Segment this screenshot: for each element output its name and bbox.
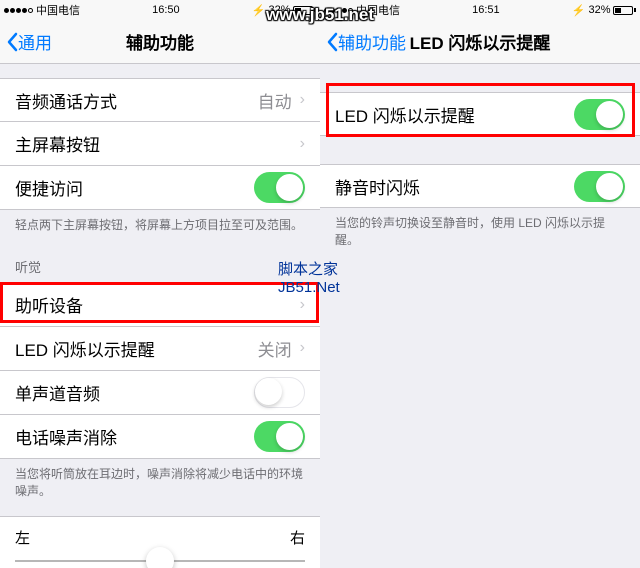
back-label: 辅助功能	[338, 29, 406, 54]
cell-reachability: 便捷访问	[0, 166, 320, 210]
back-label: 通用	[18, 29, 52, 54]
cell-audio-call[interactable]: 音频通话方式 自动 ›	[0, 78, 320, 122]
cell-label: LED 闪烁以示提醒	[335, 102, 574, 127]
cell-label: 电话噪声消除	[15, 424, 254, 449]
cell-home-button[interactable]: 主屏幕按钮 ›	[0, 122, 320, 166]
charging-icon: ⚡	[572, 4, 586, 17]
chevron-right-icon: ›	[300, 135, 305, 153]
cell-hearing-devices[interactable]: 助听设备 ›	[0, 283, 320, 327]
cell-value: 自动	[258, 88, 292, 113]
mono-audio-toggle[interactable]	[254, 377, 305, 408]
cell-label: LED 闪烁以示提醒	[15, 336, 258, 361]
carrier-label: 中国电信	[36, 2, 80, 18]
watermark-url: www.jb51.net	[266, 5, 374, 25]
noise-footer: 当您将听筒放在耳边时，噪声消除将减少电话中的环境噪声。	[0, 459, 320, 507]
battery-percent: 32%	[588, 4, 610, 16]
nav-title: 辅助功能	[126, 29, 194, 54]
status-time: 16:50	[152, 4, 180, 16]
cell-label: 单声道音频	[15, 380, 254, 405]
left-screen: 中国电信 16:50 ⚡ 32% 通用 辅助功能 音频通话方式 自动 ›	[0, 0, 320, 568]
cell-led-flash-alerts: LED 闪烁以示提醒	[320, 92, 640, 136]
watermark-text: 脚本之家 JB51.Net	[278, 258, 340, 296]
cell-label: 音频通话方式	[15, 88, 258, 113]
chevron-right-icon: ›	[300, 91, 305, 109]
balance-right-label: 右	[290, 527, 305, 548]
cell-noise-cancel: 电话噪声消除	[0, 415, 320, 459]
chevron-right-icon: ›	[300, 296, 305, 314]
reachability-toggle[interactable]	[254, 172, 305, 203]
nav-title: LED 闪烁以示提醒	[410, 29, 551, 54]
reachability-footer: 轻点两下主屏幕按钮，将屏幕上方项目拉至可及范围。	[0, 210, 320, 241]
cell-label: 助听设备	[15, 292, 292, 317]
noise-cancel-toggle[interactable]	[254, 421, 305, 452]
cell-label: 主屏幕按钮	[15, 131, 292, 156]
cell-label: 便捷访问	[15, 175, 254, 200]
flash-silent-toggle[interactable]	[574, 171, 625, 202]
led-flash-toggle[interactable]	[574, 99, 625, 130]
nav-bar: 通用 辅助功能	[0, 20, 320, 64]
cell-value: 关闭	[258, 336, 292, 361]
balance-slider[interactable]	[15, 560, 305, 562]
hearing-header: 听觉	[0, 241, 320, 283]
flash-silent-footer: 当您的铃声切换设至静音时，使用 LED 闪烁以示提醒。	[320, 208, 640, 256]
back-button[interactable]: 通用	[0, 29, 52, 54]
charging-icon: ⚡	[252, 4, 266, 17]
chevron-right-icon: ›	[300, 339, 305, 357]
status-time: 16:51	[472, 4, 500, 16]
cell-mono-audio: 单声道音频	[0, 371, 320, 415]
battery-icon	[613, 6, 636, 15]
cell-flash-on-silent: 静音时闪烁	[320, 164, 640, 208]
cell-label: 静音时闪烁	[335, 174, 574, 199]
signal-icon	[4, 8, 33, 13]
nav-bar: 辅助功能 LED 闪烁以示提醒	[320, 20, 640, 64]
balance-slider-row: 左 右	[0, 516, 320, 568]
balance-left-label: 左	[15, 527, 30, 548]
back-button[interactable]: 辅助功能	[320, 29, 406, 54]
right-screen: 中国电信 16:51 ⚡ 32% 辅助功能 LED 闪烁以示提醒 LED 闪烁以…	[320, 0, 640, 568]
slider-handle[interactable]	[146, 547, 174, 568]
cell-led-flash[interactable]: LED 闪烁以示提醒 关闭 ›	[0, 327, 320, 371]
